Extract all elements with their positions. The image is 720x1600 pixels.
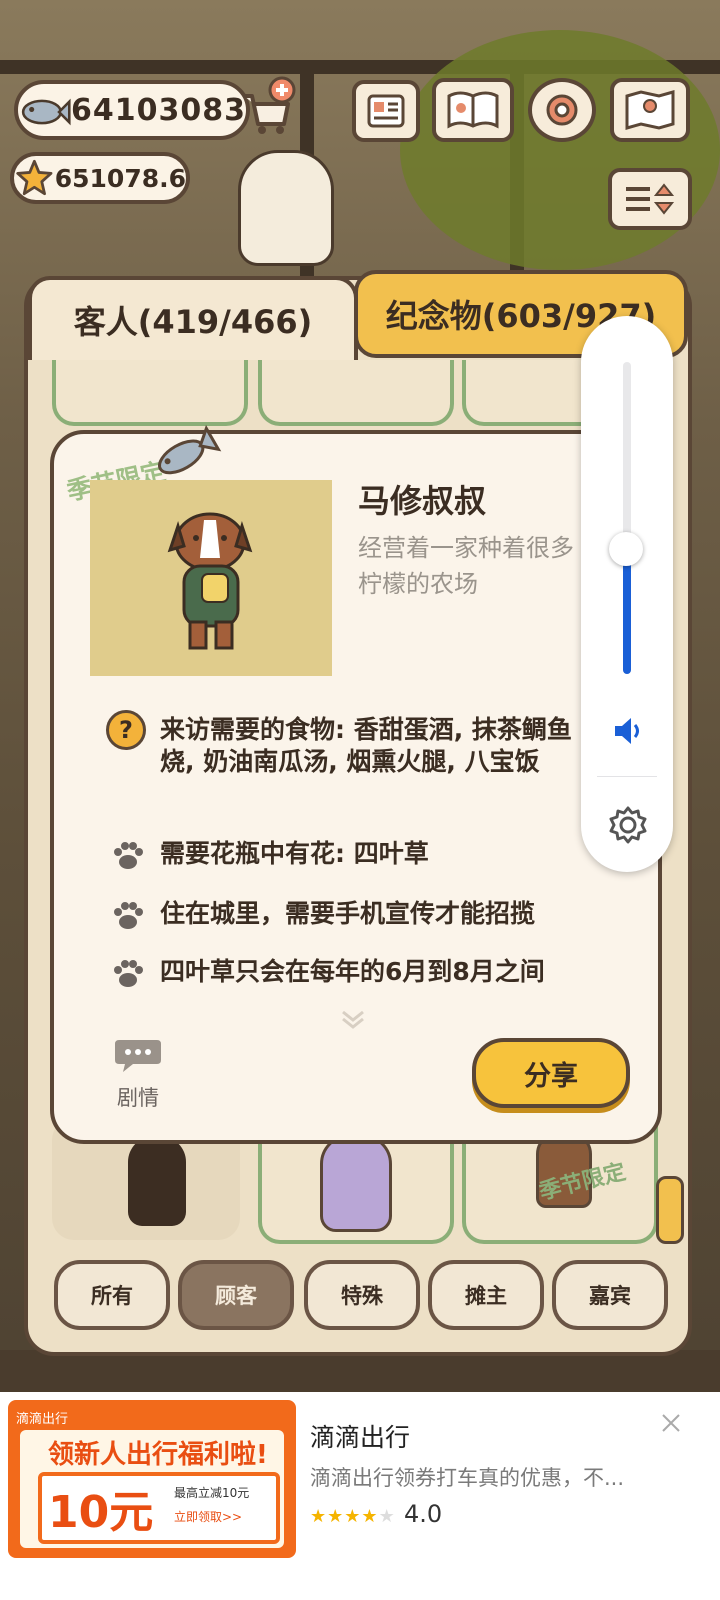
speech-bubble-icon [115,1040,161,1072]
paw-icon [114,842,143,869]
gear-icon [546,94,578,126]
season-requirement: 四叶草只会在每年的6月到8月之间 [160,957,545,986]
star-count: 651078.6 [54,163,186,193]
scroll-handle[interactable] [656,1176,684,1244]
cart-plus-icon [244,76,296,134]
volume-slider-thumb[interactable] [609,532,643,566]
guest-portrait-frame [90,480,332,676]
tree-foliage [400,30,720,270]
ad-rating: 4.0 [404,1500,443,1528]
guest-portrait [320,1134,392,1232]
volume-panel [581,316,673,872]
fish-icon [21,98,71,126]
filter-stall-owners[interactable]: 摊主 [428,1260,544,1330]
filter-label: 顾客 [215,1284,257,1308]
sort-icon [626,183,675,215]
filter-label: 嘉宾 [589,1284,631,1308]
star-icon [16,159,53,196]
star-filled-icon: ★ [327,1506,345,1527]
ad-amount: 10元 [48,1487,154,1538]
settings-gear-icon[interactable] [607,804,649,846]
food-requirement: 来访需要的食物: 香甜蛋酒, 抹茶鲷鱼烧, 奶油南瓜汤, 烟熏火腿, 八宝饭 [160,715,572,776]
guest-name: 马修叔叔 [358,482,487,520]
share-button[interactable]: 分享 [472,1038,630,1108]
speaker-icon[interactable] [611,714,645,748]
star-empty-icon: ★ [378,1506,396,1527]
location-requirement: 住在城里，需要手机宣传才能招揽 [160,899,536,928]
chevron-down-icon [342,1010,364,1029]
filter-customers[interactable]: 顾客 [178,1260,294,1330]
guest-card[interactable] [52,360,248,426]
map-button[interactable] [610,78,690,142]
tab-guests-label: 客人(419/466) [73,303,313,341]
flower-requirement: 需要花瓶中有花: 四叶草 [160,839,429,868]
close-icon[interactable] [660,1412,682,1434]
paw-icon [114,960,143,987]
star-filled-icon: ★ [361,1506,379,1527]
star-filled-icon: ★ [344,1506,362,1527]
paw-icon [114,902,143,929]
guest-book-button[interactable] [352,80,420,142]
filter-all[interactable]: 所有 [54,1260,170,1330]
filter-guests-of-honor[interactable]: 嘉宾 [552,1260,668,1330]
settings-button[interactable] [528,78,596,142]
open-book-icon [447,91,499,129]
guest-card[interactable] [258,360,454,426]
rating-stars: ★★★★★ [310,1506,396,1527]
ad-description: 滴滴出行领券打车真的优惠，不... [310,1466,625,1490]
floor-strip [0,1350,720,1394]
dog-guest-portrait [167,512,253,650]
fish-currency: 64103083 [14,80,250,140]
filter-label: 所有 [91,1284,133,1308]
recipe-book-button[interactable] [432,78,514,142]
ad-subtext: 最高立减10元 [174,1486,250,1500]
volume-fill [623,549,631,674]
sort-button[interactable] [608,168,692,230]
shop-cart-button[interactable] [240,76,296,136]
story-label: 剧情 [117,1086,159,1110]
fish-count: 64103083 [71,92,246,128]
filter-special[interactable]: 特殊 [304,1260,420,1330]
ad-headline: 领新人出行福利啦! [48,1440,268,1470]
question-icon[interactable]: ? [106,710,146,750]
lucky-cat-statue [238,150,334,266]
guest-description: 经营着一家种着很多柠檬的农场 [358,534,574,598]
star-filled-icon: ★ [310,1506,328,1527]
ad-brand-small: 滴滴出行 [16,1412,69,1427]
filter-label: 特殊 [341,1284,383,1308]
ad-cta: 立即领取>> [174,1510,243,1524]
star-currency: 651078.6 [10,152,190,204]
ad-image[interactable]: 滴滴出行 领新人出行福利啦! 10元 最高立减10元 立即领取>> [8,1400,296,1558]
card-icon [367,94,405,128]
guest-silhouette [128,1136,186,1226]
divider [597,776,657,777]
map-icon [625,90,675,130]
ad-banner[interactable]: 滴滴出行 领新人出行福利啦! 10元 最高立减10元 立即领取>> 滴滴出行 滴… [0,1392,720,1600]
filter-label: 摊主 [465,1284,507,1308]
ad-title: 滴滴出行 [310,1423,411,1452]
tab-guests[interactable]: 客人(419/466) [28,276,358,360]
story-button[interactable]: 剧情 [110,1036,166,1110]
